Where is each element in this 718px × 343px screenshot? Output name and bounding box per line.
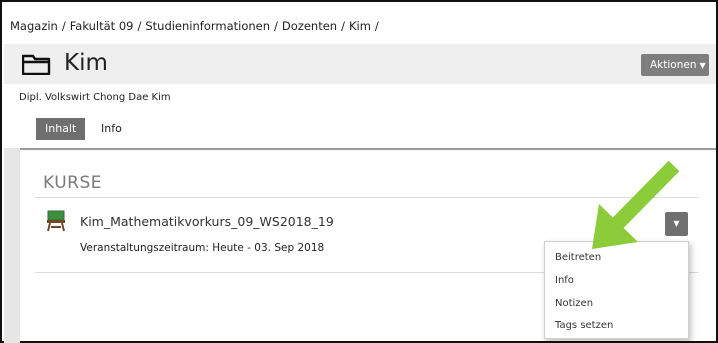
- breadcrumb-separator: /: [374, 19, 379, 33]
- section-divider: [35, 197, 699, 198]
- course-title-link[interactable]: Kim_Mathematikvorkurs_09_WS2018_19: [80, 214, 334, 229]
- breadcrumb-item-dozenten[interactable]: Dozenten: [282, 19, 337, 33]
- menu-item-tags-setzen[interactable]: Tags setzen: [555, 320, 613, 331]
- course-dropdown-toggle[interactable]: ▼: [665, 212, 688, 236]
- menu-item-info[interactable]: Info: [555, 275, 574, 286]
- page-frame: Magazin / Fakultät 09/Studieninformationen…: [0, 0, 718, 343]
- course-dropdown-menu: Beitreten Info Notizen Tags setzen: [544, 241, 689, 339]
- page-title: Kim: [64, 50, 108, 76]
- menu-item-notizen[interactable]: Notizen: [555, 298, 593, 309]
- folder-icon: [22, 54, 51, 75]
- breadcrumb-separator: /: [61, 19, 66, 33]
- left-gutter: [4, 148, 20, 343]
- tab-inhalt[interactable]: Inhalt: [36, 118, 86, 140]
- menu-item-beitreten[interactable]: Beitreten: [555, 252, 601, 263]
- breadcrumb-item-kim[interactable]: Kim: [349, 19, 371, 33]
- breadcrumb-item-studieninformationen[interactable]: Studieninformationen: [145, 19, 270, 33]
- course-period: Veranstaltungszeitraum: Heute - 03. Sep …: [80, 242, 325, 254]
- breadcrumb-separator: /: [274, 19, 278, 33]
- tab-divider: [20, 148, 716, 150]
- actions-button[interactable]: Aktionen ▼: [641, 54, 709, 76]
- classroom-board-icon: [47, 210, 65, 232]
- breadcrumb-separator: /: [137, 19, 142, 33]
- caret-down-icon: ▼: [673, 219, 680, 228]
- section-title-kurse: KURSE: [43, 173, 102, 193]
- tab-info[interactable]: Info: [92, 118, 131, 140]
- folder-description: Dipl. Volkswirt Chong Dae Kim: [19, 92, 171, 103]
- breadcrumb: Magazin / Fakultät 09/Studieninformationen…: [10, 19, 383, 33]
- page-header: Kim Aktionen ▼: [4, 44, 716, 84]
- breadcrumb-item-magazin[interactable]: Magazin: [10, 19, 58, 33]
- actions-label: Aktionen: [650, 59, 697, 71]
- breadcrumb-item-fakultaet[interactable]: Fakultät 09: [70, 19, 134, 33]
- breadcrumb-separator: /: [341, 19, 345, 33]
- caret-down-icon: ▼: [699, 61, 706, 70]
